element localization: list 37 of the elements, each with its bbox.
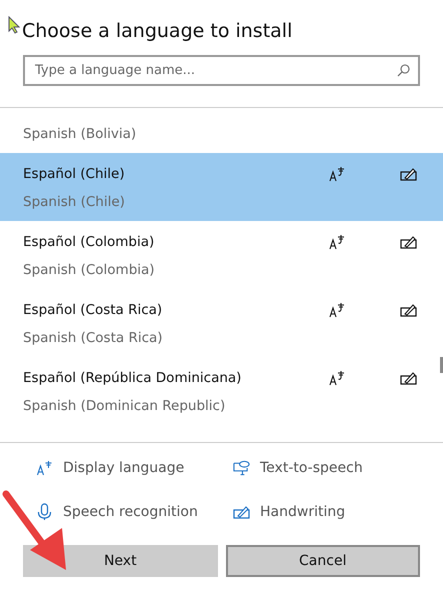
language-subtitle: Spanish (Bolivia) [23, 126, 138, 142]
scrollbar-thumb[interactable] [440, 357, 443, 373]
search-icon [397, 64, 410, 77]
next-button[interactable]: Next [23, 545, 218, 577]
language-subtitle: Spanish (Costa Rica) [23, 330, 164, 346]
cancel-button[interactable]: Cancel [226, 545, 420, 577]
language-name: Español (Costa Rica) [23, 302, 164, 318]
feature-label: Handwriting [260, 504, 346, 520]
feature-label: Speech recognition [63, 504, 198, 520]
search-field[interactable]: Type a language name... [23, 55, 420, 86]
pen-icon [233, 505, 250, 519]
feature-label: Display language [63, 460, 184, 476]
language-item[interactable]: Español (Colombia) Spanish (Colombia) [0, 221, 443, 289]
cursor-icon [8, 16, 20, 34]
language-subtitle: Spanish (Colombia) [23, 262, 156, 278]
font-icon [36, 460, 53, 476]
font-icon [329, 370, 345, 386]
pen-icon [400, 235, 417, 249]
pen-icon [400, 371, 417, 385]
language-item[interactable]: Spanish (Bolivia) [0, 108, 443, 153]
pen-icon [400, 167, 417, 181]
language-subtitle: Spanish (Dominican Republic) [23, 398, 226, 414]
language-item[interactable]: Español (Chile) Spanish (Chile) [0, 153, 443, 221]
font-icon [329, 234, 345, 250]
microphone-icon [36, 503, 53, 521]
dialog-title: Choose a language to install [22, 19, 292, 43]
monitor-speech-icon [233, 460, 250, 476]
font-icon [329, 302, 345, 318]
language-subtitle: Spanish (Chile) [23, 194, 126, 210]
language-item[interactable]: Español (República Dominicana) Spanish (Dominican Republic) [0, 357, 443, 425]
feature-label: Text-to-speech [260, 460, 363, 476]
language-name: Español (Chile) [23, 166, 126, 182]
font-icon [329, 166, 345, 182]
pen-icon [400, 303, 417, 317]
language-name: Español (Colombia) [23, 234, 156, 250]
language-item[interactable]: Español (Costa Rica) Spanish (Costa Rica) [0, 289, 443, 357]
language-name: Español (República Dominicana) [23, 370, 242, 386]
